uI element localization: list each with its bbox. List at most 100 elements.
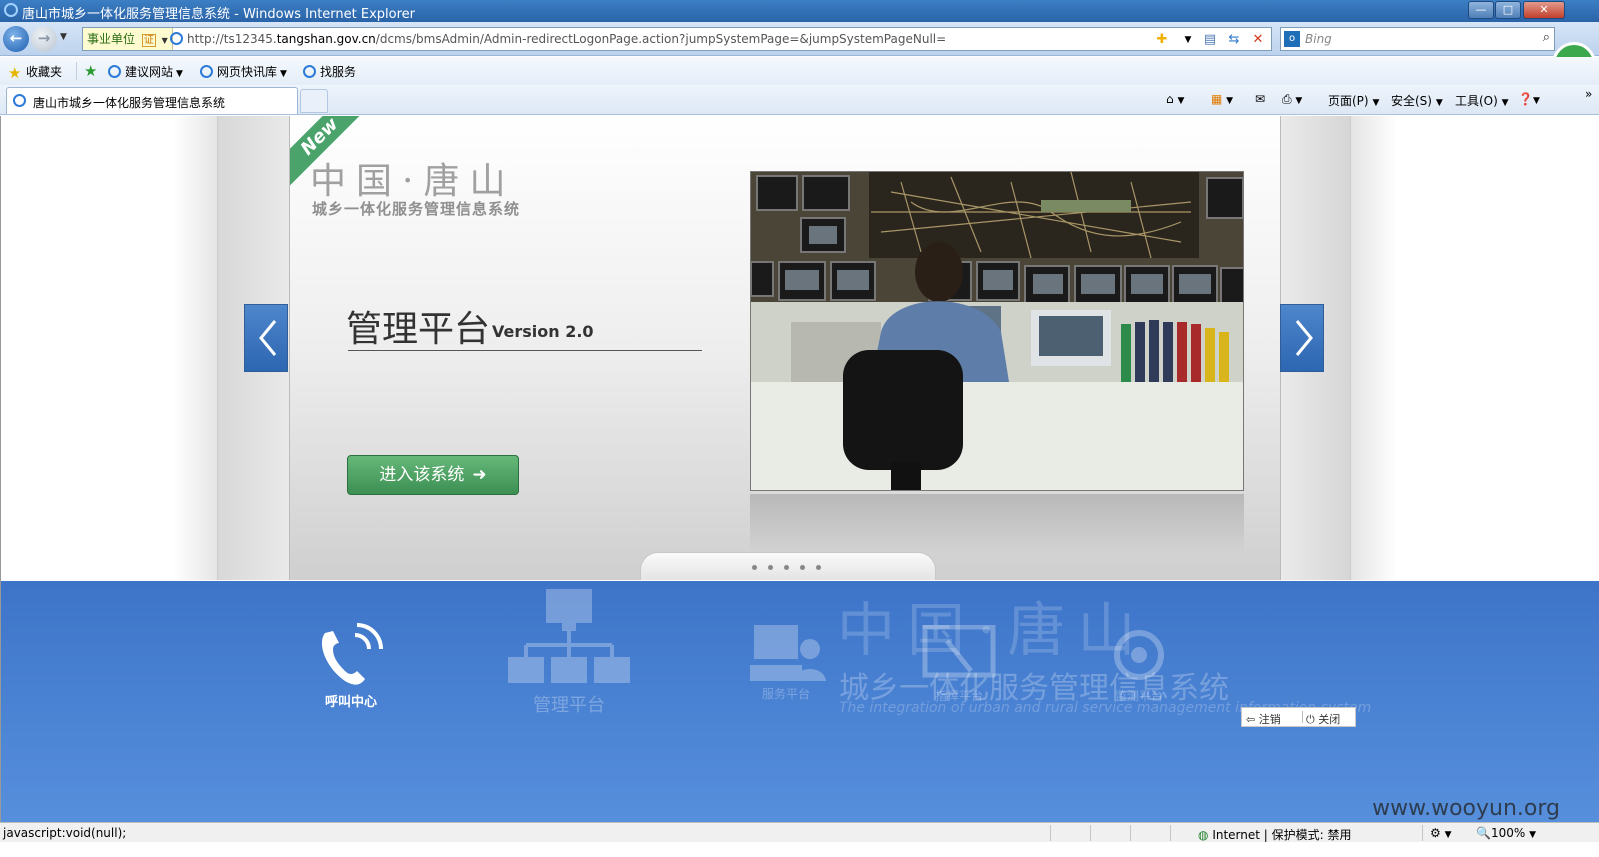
safety-menu-label: 安全(S) [1391,94,1432,108]
pager-dot[interactable] [800,565,805,570]
carousel-prev-button[interactable] [244,304,288,372]
site-watermark: www.wooyun.org [1372,796,1560,821]
chevron-right-icon [1295,320,1313,356]
address-field[interactable]: 事业单位 证 ▼ http://ts12345.tangshan.gov.cn/… [82,27,1272,51]
home-icon[interactable]: ⌂ ▼ [1166,92,1184,106]
url-text[interactable]: http://ts12345.tangshan.gov.cn/dcms/bmsA… [187,32,946,46]
forward-button[interactable]: → [31,26,57,52]
refresh-icon[interactable]: ⇆ [1225,31,1243,49]
camera-icon [1114,630,1164,680]
badge-dropdown-icon: ▼ [161,36,168,45]
safety-menu[interactable]: 安全(S) ▼ [1391,92,1443,109]
search-placeholder: Bing [1305,32,1332,46]
pager-dot[interactable] [752,565,757,570]
search-field[interactable]: o Bing ⌕ [1280,27,1555,51]
divider [1170,825,1171,841]
zone-label: Internet | 保护模式: 禁用 [1212,828,1352,842]
divider [1090,825,1091,841]
divider [1130,825,1131,841]
url-domain: tangshan.gov.cn [276,32,376,46]
command-platform-label: 指挥平台 [934,689,983,703]
enter-system-button[interactable]: 进入该系统 ➜ [347,455,519,495]
address-dropdown-icon[interactable]: ▼ [1179,31,1197,49]
call-center-label: 呼叫中心 [324,695,377,710]
page-menu[interactable]: 页面(P) ▼ [1328,92,1379,109]
chevron-down-icon: ▼ [1501,98,1509,108]
close-window-button[interactable]: ✕ [1523,1,1565,19]
command-platform-link[interactable]: 指挥平台 [919,625,999,704]
protected-mode-icon[interactable]: ⚙ ▼ [1430,826,1452,840]
zoom-control[interactable]: 🔍100% ▼ [1476,826,1536,840]
help-icon[interactable]: ❓▼ [1518,92,1540,106]
monitor-platform-link[interactable]: 监测平台 [1099,627,1179,704]
print-icon[interactable]: ⎙ ▼ [1282,92,1302,107]
stop-icon[interactable]: ✕ [1249,31,1267,49]
call-center-link[interactable]: 呼叫中心 [306,621,396,710]
logout-link[interactable]: ⇦ 注销 [1246,711,1281,727]
ie-page-icon [13,94,26,107]
close-link[interactable]: ⏻ 关闭 [1306,711,1340,727]
history-dropdown-icon[interactable]: ▼ [60,32,67,42]
fav-web-slice-gallery[interactable]: 网页快讯库 ▼ [200,63,287,80]
search-icon[interactable]: ⌕ [1543,30,1550,45]
user-utility-bar: ⇦ 注销 ⏻ 关闭 [1241,707,1356,727]
ie-logo-icon [4,3,18,17]
system-footer: 中国·唐山 城乡一体化服务管理信息系统 The integration of u… [1,581,1599,841]
management-platform-label: 管理平台 [533,695,605,716]
carousel-slide: New 中国·唐山 城乡一体化服务管理信息系统 管理平台 Version 2.0… [289,116,1281,580]
carousel-pager [640,552,936,580]
service-platform-label: 服务平台 [761,687,810,701]
compatibility-icon[interactable]: ▤ [1201,31,1219,49]
chevron-down-icon: ▼ [280,69,287,79]
tools-menu-label: 工具(O) [1455,94,1498,108]
divider [1422,825,1423,841]
more-chevron-icon[interactable]: » [1585,87,1592,101]
status-bar: javascript:void(null); ◍ Internet | 保护模式… [0,822,1599,842]
feeds-icon[interactable]: ▦ ▼ [1211,92,1233,106]
service-platform-link[interactable]: 服务平台 [741,623,831,702]
address-toolbar: ← → ▼ 事业单位 证 ▼ http://ts12345.tangshan.g… [0,22,1599,86]
site-zone-badge[interactable]: 事业单位 证 ▼ [83,28,173,50]
back-button[interactable]: ← [3,26,29,52]
cert-badge: 证 [141,34,156,47]
fav-label: 建议网站 [125,65,174,79]
chevron-down-icon: ▼ [176,69,183,79]
favorites-button[interactable]: ★ 收藏夹 [8,63,63,82]
tab-active[interactable]: 唐山市城乡一体化服务管理信息系统 [6,87,298,114]
maximize-button[interactable]: □ [1495,1,1521,19]
page-menu-label: 页面(P) [1328,94,1369,108]
mail-icon[interactable]: ✉ [1255,92,1265,106]
logo-chinese: 中国·唐山 [310,161,516,202]
photo-reflection [750,494,1244,554]
globe-icon: ◍ [1198,828,1209,842]
fav-label: 网页快讯库 [217,65,278,79]
url-prefix: http://ts12345. [187,32,277,46]
management-platform-link[interactable]: 管理平台 [504,587,634,717]
zoom-label: 100% [1490,826,1526,840]
pager-dot[interactable] [768,565,773,570]
photo-illustration [751,172,1243,490]
add-favorite-icon[interactable]: ★ [84,62,102,80]
fav-suggested-sites[interactable]: 建议网站 ▼ [108,63,183,80]
new-tab-button[interactable] [300,89,328,113]
logout-label: 注销 [1258,713,1281,726]
zoom-icon: 🔍 [1476,826,1491,840]
favorites-label: 收藏夹 [26,65,63,79]
carousel-next-button[interactable] [1280,304,1324,372]
monitor-pen-icon [922,625,996,678]
url-path: /dcms/bmsAdmin/Admin-redirectLogonPage.a… [375,32,947,46]
minimize-button[interactable]: — [1468,1,1494,19]
zone-badge-text: 事业单位 [87,32,136,46]
compat-view-icon[interactable]: ✚ [1153,31,1171,49]
security-zone[interactable]: ◍ Internet | 保护模式: 禁用 [1198,826,1352,843]
tools-menu[interactable]: 工具(O) ▼ [1455,92,1509,109]
tab-label: 唐山市城乡一体化服务管理信息系统 [33,96,226,110]
title-divider [348,350,702,351]
star-icon: ★ [8,64,22,82]
pager-dot[interactable] [784,565,789,570]
add-star-icon: ★ [84,62,98,80]
fav-find-service[interactable]: 找服务 [303,63,356,80]
ie-page-icon [303,65,316,78]
pager-dot[interactable] [816,565,821,570]
window-title: 唐山市城乡一体化服务管理信息系统 - Windows Internet Expl… [22,7,415,22]
